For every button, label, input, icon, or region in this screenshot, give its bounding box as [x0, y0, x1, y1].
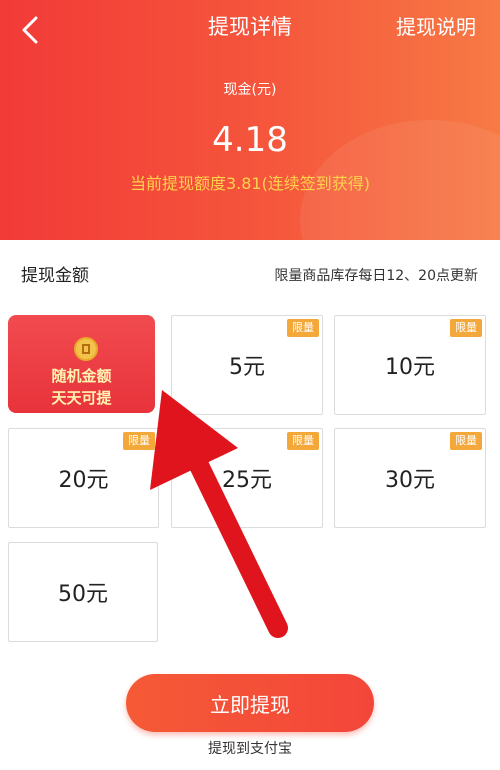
withdraw-quota-text: 当前提现额度3.81(连续签到获得)	[129, 174, 371, 193]
limited-badge: 限量	[287, 319, 319, 337]
random-amount-label: 随机金额	[51, 367, 112, 385]
amount-option-5[interactable]: 限量 5元	[171, 315, 323, 415]
limited-badge: 限量	[287, 432, 319, 450]
amount-label: 50元	[58, 582, 108, 607]
coin-icon	[74, 337, 98, 361]
amount-label: 5元	[229, 355, 265, 380]
amount-option-50[interactable]: 50元	[8, 542, 158, 642]
withdraw-destination-text: 提现到支付宝	[208, 741, 292, 757]
limited-badge: 限量	[123, 432, 155, 450]
amount-label: 10元	[385, 355, 435, 380]
amount-option-25[interactable]: 限量 25元	[171, 428, 323, 528]
amount-label: 20元	[58, 468, 109, 493]
stock-update-notice: 限量商品库存每日12、20点更新	[274, 268, 478, 284]
cash-label: 现金(元)	[223, 82, 277, 98]
withdraw-now-button[interactable]: 立即提现	[126, 674, 374, 732]
amount-section-title: 提现金额	[21, 266, 89, 286]
limited-badge: 限量	[450, 432, 482, 450]
random-amount-option[interactable]: 随机金额 天天可提	[8, 315, 155, 413]
amount-option-30[interactable]: 限量 30元	[334, 428, 486, 528]
header: 提现详情 提现说明 现金(元) 4.18 当前提现额度3.81(连续签到获得)	[0, 0, 500, 240]
withdraw-instructions-link[interactable]: 提现说明	[396, 12, 476, 42]
amount-option-20[interactable]: 限量 20元	[8, 428, 159, 528]
limited-badge: 限量	[450, 319, 482, 337]
amount-option-10[interactable]: 限量 10元	[334, 315, 486, 415]
amount-label: 25元	[222, 468, 272, 493]
cash-balance: 4.18	[212, 120, 288, 160]
random-amount-sublabel: 天天可提	[51, 389, 112, 407]
amount-label: 30元	[385, 468, 435, 493]
